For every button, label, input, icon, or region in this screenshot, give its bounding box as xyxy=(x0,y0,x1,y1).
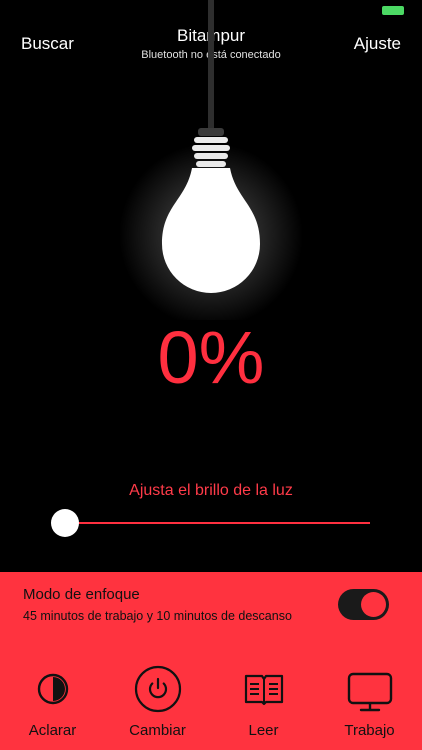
focus-mode-title: Modo de enfoque xyxy=(23,586,140,603)
monitor-icon xyxy=(347,672,392,712)
tab-cambiar[interactable]: Cambiar xyxy=(105,638,210,750)
tab-leer[interactable]: Leer xyxy=(211,638,316,750)
focus-mode-toggle[interactable] xyxy=(338,589,389,620)
brightness-percent: 0% xyxy=(157,316,265,399)
brightness-slider-track[interactable] xyxy=(64,522,370,524)
tab-aclarar[interactable]: Aclarar xyxy=(0,638,105,750)
tab-label-leer: Leer xyxy=(248,722,279,739)
focus-mode-panel: Modo de enfoque 45 minutos de trabajo y … xyxy=(0,572,422,639)
brightness-slider-label: Ajusta el brillo de la luz xyxy=(129,482,293,499)
bottom-tab-bar: Aclarar Cambiar Leer Trabajo xyxy=(0,638,422,750)
contrast-icon xyxy=(37,673,68,705)
tab-label-trabajo: Trabajo xyxy=(344,722,395,739)
light-bulb-icon xyxy=(119,0,303,320)
focus-mode-description: 45 minutos de trabajo y 10 minutos de de… xyxy=(23,609,292,623)
tab-trabajo[interactable]: Trabajo xyxy=(317,638,422,750)
brightness-slider-thumb[interactable] xyxy=(51,509,79,537)
book-icon xyxy=(244,674,283,706)
tab-label-aclarar: Aclarar xyxy=(28,722,77,739)
tab-label-cambiar: Cambiar xyxy=(129,722,186,739)
toggle-knob xyxy=(361,592,386,617)
power-icon xyxy=(134,665,181,713)
